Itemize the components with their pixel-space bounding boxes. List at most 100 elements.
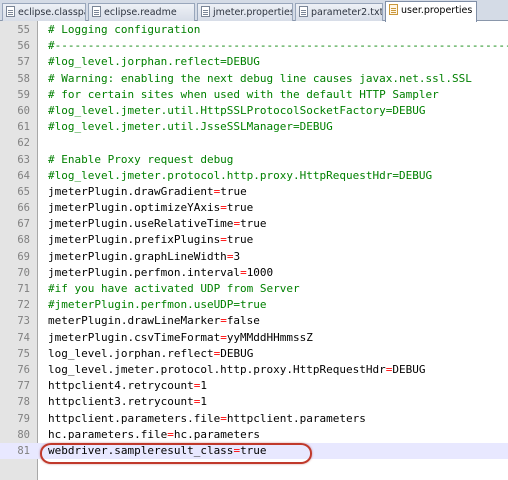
code-line[interactable]: 75 log_level.jorphan.reflect=DEBUG (0, 346, 508, 362)
property-key: jmeterPlugin.drawGradient (48, 184, 214, 198)
code-line[interactable]: 67 jmeterPlugin.useRelativeTime=true (0, 216, 508, 232)
code-line[interactable]: 76 log_level.jmeter.protocol.http.proxy.H… (0, 362, 508, 378)
code-line[interactable]: 57 #log_level.jorphan.reflect=DEBUG (0, 54, 508, 70)
property-line: log_level.jorphan.reflect=DEBUG (48, 346, 253, 362)
property-key: jmeterPlugin.useRelativeTime (48, 217, 234, 231)
text-file-icon (6, 6, 15, 17)
code-line[interactable]: 55 # Logging configuration (0, 22, 508, 38)
code-line[interactable]: 59 # for certain sites when used with the… (0, 87, 508, 103)
comment-text: #log_level.jmeter.util.JsseSSLManager=DE… (48, 120, 333, 134)
line-number: 77 (17, 380, 30, 393)
equals-operator: = (220, 330, 227, 344)
property-value: httpclient.parameters (226, 411, 366, 425)
line-number: 70 (17, 266, 30, 279)
comment-text: #if you have activated UDP from Server (48, 282, 300, 295)
property-key: jmeterPlugin.graphLineWidth (48, 249, 227, 263)
line-number: 55 (17, 24, 30, 36)
property-key: log_level.jorphan.reflect (48, 346, 214, 360)
line-number: 58 (17, 72, 30, 85)
line-number: 73 (17, 315, 30, 328)
line-number: 68 (17, 234, 30, 247)
tab-eclipse-classpath[interactable]: eclipse.classpath (2, 3, 86, 21)
property-value: hc.parameters (173, 427, 260, 441)
code-line[interactable]: 66 jmeterPlugin.optimizeYAxis=true (0, 200, 508, 216)
property-key: jmeterPlugin.csvTimeFormat (48, 330, 221, 344)
tab-eclipse-readme[interactable]: eclipse.readme (88, 3, 195, 21)
property-key: httpclient3.retrycount (48, 395, 194, 409)
line-number: 66 (17, 202, 30, 215)
equals-operator: = (220, 314, 227, 328)
line-number: 56 (17, 40, 30, 53)
line-number: 72 (17, 299, 30, 312)
code-line[interactable]: 79 httpclient.parameters.file=httpclient.… (0, 411, 508, 427)
property-line: jmeterPlugin.optimizeYAxis=true (48, 200, 253, 216)
tab-label: parameter2.txt (311, 7, 383, 18)
property-line: log_level.jmeter.protocol.http.proxy.Htt… (48, 362, 426, 378)
property-key: log_level.jmeter.protocol.http.proxy.Htt… (48, 362, 386, 376)
comment-text: # Enable Proxy request debug (48, 152, 234, 166)
line-number: 61 (17, 121, 30, 134)
highlight-ellipse (40, 443, 312, 464)
tab-user-properties[interactable]: user.properties (385, 1, 477, 22)
code-line[interactable]: 80 hc.parameters.file=hc.parameters (0, 427, 508, 443)
property-value: DEBUG (220, 346, 254, 360)
tab-parameter2-txt[interactable]: parameter2.txt (295, 3, 383, 21)
comment-text: #jmeterPlugin.perfmon.useUDP=true (48, 298, 267, 312)
property-value: false (226, 314, 260, 328)
property-line: httpclient3.retrycount=1 (48, 394, 207, 410)
code-line[interactable]: 58 # Warning: enabling the next debug lin… (0, 71, 508, 87)
line-number: 62 (17, 137, 30, 150)
line-number: 78 (17, 396, 30, 409)
property-key: httpclient.parameters.file (48, 411, 221, 425)
tab-jmeter-properties[interactable]: jmeter.properties (197, 3, 293, 21)
text-editor[interactable]: 55 # Logging configuration 56 #------------… (0, 22, 508, 460)
tab-label: eclipse.readme (104, 7, 177, 18)
code-line[interactable]: 73 meterPlugin.drawLineMarker=false (0, 313, 508, 329)
code-line[interactable]: 61 #log_level.jmeter.util.JsseSSLManager=… (0, 119, 508, 135)
code-line[interactable]: 77 httpclient4.retrycount=1 (0, 378, 508, 394)
code-line[interactable]: 72 #jmeterPlugin.perfmon.useUDP=true (0, 297, 508, 313)
code-line[interactable]: 68 jmeterPlugin.prefixPlugins=true (0, 232, 508, 248)
property-key: jmeterPlugin.prefixPlugins (48, 233, 221, 247)
property-value: true (226, 201, 254, 215)
tab-label: eclipse.classpath (18, 7, 85, 18)
property-key: jmeterPlugin.perfmon.interval (48, 265, 241, 279)
tab-label: jmeter.properties (213, 7, 293, 18)
equals-operator: = (167, 427, 174, 441)
code-line[interactable]: 74 jmeterPlugin.csvTimeFormat=yyMMddHHmms… (0, 330, 508, 346)
equals-operator: = (240, 265, 247, 279)
code-line[interactable]: 56 #-------------------------------------… (0, 38, 508, 54)
code-line[interactable]: 65 jmeterPlugin.drawGradient=true (0, 184, 508, 200)
code-line[interactable]: 64 #log_level.jmeter.protocol.http.proxy.… (0, 168, 508, 184)
line-number: 60 (17, 104, 30, 117)
code-line[interactable]: 71 #if you have activated UDP from Server (0, 281, 508, 297)
properties-file-icon (389, 4, 398, 15)
line-number: 81 (17, 444, 30, 457)
code-line[interactable]: 62 (0, 135, 508, 151)
code-line[interactable]: 78 httpclient3.retrycount=1 (0, 394, 508, 410)
comment-text: #log_level.jmeter.protocol.http.proxy.Ht… (48, 168, 433, 182)
property-key: meterPlugin.drawLineMarker (48, 314, 221, 328)
property-value: yyMMddHHmmssZ (226, 330, 313, 344)
property-line: jmeterPlugin.prefixPlugins=true (48, 232, 253, 248)
line-number: 59 (17, 88, 30, 101)
code-line[interactable]: 60 #log_level.jmeter.util.HttpSSLProtocol… (0, 103, 508, 119)
property-value: true (220, 184, 247, 198)
property-line: jmeterPlugin.graphLineWidth=3 (48, 249, 240, 265)
property-line: jmeterPlugin.perfmon.interval=1000 (48, 265, 273, 281)
property-value: 3 (233, 249, 241, 263)
code-line[interactable]: 70 jmeterPlugin.perfmon.interval=1000 (0, 265, 508, 281)
comment-text: # Warning: enabling the next debug line … (48, 71, 472, 85)
code-line[interactable]: 69 jmeterPlugin.graphLineWidth=3 (0, 249, 508, 265)
code-line[interactable]: 63 # Enable Proxy request debug (0, 152, 508, 168)
comment-text: # Logging configuration (48, 23, 201, 36)
tab-label: user.properties (401, 5, 473, 16)
tab-bar: eclipse.classpath eclipse.readme jmeter.… (0, 0, 508, 22)
property-key: jmeterPlugin.optimizeYAxis (48, 201, 221, 215)
line-number: 79 (17, 412, 30, 425)
property-line: httpclient.parameters.file=httpclient.pa… (48, 411, 366, 427)
property-line: hc.parameters.file=hc.parameters (48, 427, 260, 443)
line-number: 69 (17, 250, 30, 263)
equals-operator: = (220, 411, 227, 425)
property-value: 1000 (246, 265, 274, 279)
